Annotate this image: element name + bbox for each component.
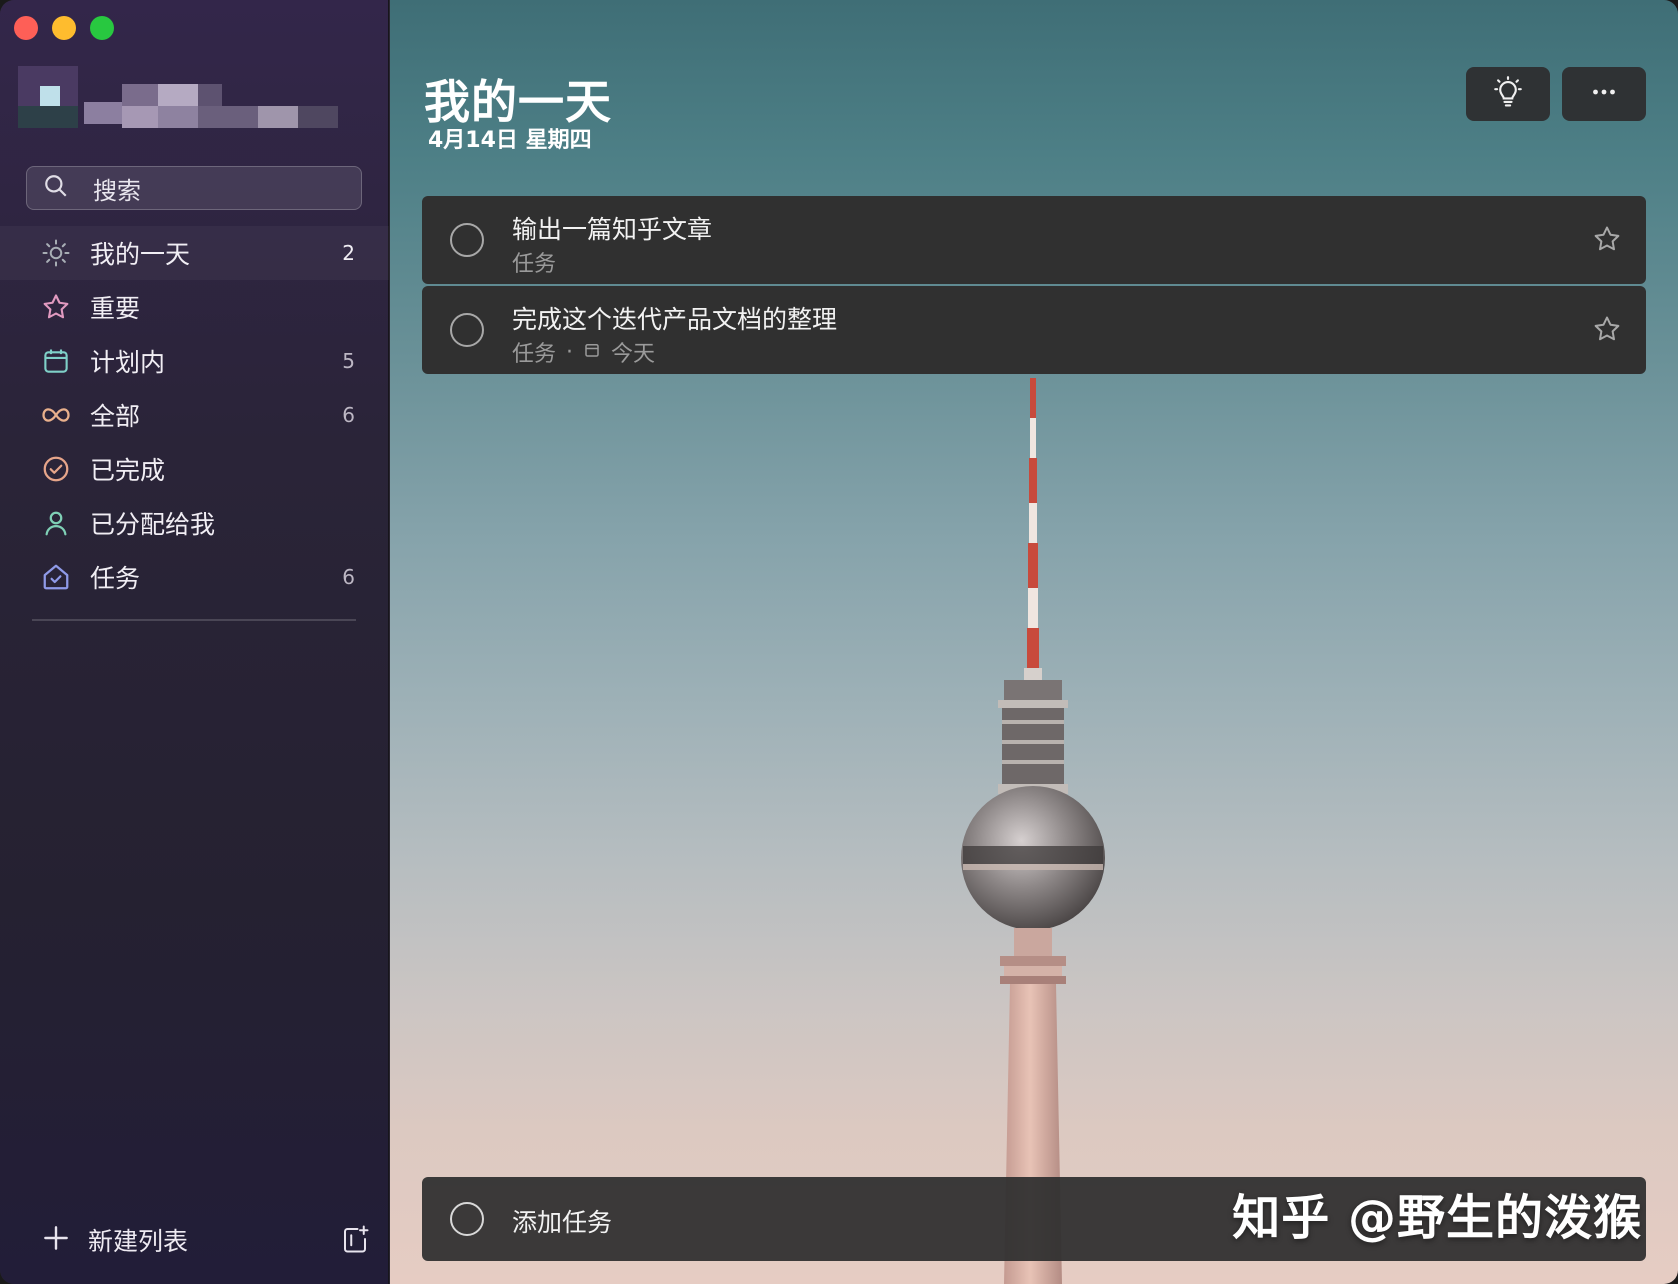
calendar-icon — [583, 340, 611, 365]
new-group-icon[interactable] — [340, 1224, 370, 1258]
add-task-placeholder: 添加任务 — [512, 1208, 613, 1237]
star-icon[interactable] — [1592, 314, 1622, 348]
more-options-button[interactable] — [1562, 67, 1646, 121]
search-label: 搜索 — [93, 176, 141, 205]
lightbulb-icon — [1491, 75, 1525, 113]
zoom-button[interactable] — [90, 16, 114, 40]
complete-task-checkbox[interactable] — [450, 313, 484, 347]
sidebar-item-label: 计划内 — [90, 348, 166, 377]
close-button[interactable] — [14, 16, 38, 40]
task-list-name: 任务 — [512, 342, 557, 367]
suggestions-button[interactable] — [1466, 67, 1550, 121]
task-item[interactable]: 完成这个迭代产品文档的整理 任务 · 今天 — [422, 286, 1646, 374]
account-profile-pixelated[interactable] — [18, 66, 358, 136]
more-icon — [1587, 75, 1621, 113]
check-circle-icon — [40, 453, 72, 485]
task-list-name: 任务 — [512, 252, 557, 277]
sidebar-item-label: 我的一天 — [90, 240, 191, 269]
window-controls — [14, 16, 114, 40]
sidebar-item-label: 全部 — [90, 402, 141, 431]
sidebar-item-count: 5 — [342, 349, 355, 373]
task-title: 完成这个迭代产品文档的整理 — [512, 305, 838, 334]
calendar-icon — [40, 345, 72, 377]
sidebar-item-count: 6 — [342, 403, 355, 427]
task-meta: 任务 — [512, 246, 556, 278]
person-icon — [40, 507, 72, 539]
task-meta: 任务 · 今天 — [512, 336, 655, 368]
smart-lists: 我的一天 2 重要 计划内 5 全部 6 已完成 已分配给我 任务 6 — [0, 226, 389, 604]
sidebar-item-my-day[interactable]: 我的一天 2 — [0, 226, 389, 280]
star-icon — [40, 291, 72, 323]
my-day-view: 我的一天 4月14日 星期四 输出一篇知乎文章 任务 完成这个迭代产品文档的整理… — [390, 0, 1678, 1284]
sidebar-divider — [32, 619, 356, 621]
task-due-date: 今天 — [611, 342, 656, 367]
plus-icon[interactable] — [40, 1222, 72, 1258]
task-title: 输出一篇知乎文章 — [512, 215, 713, 244]
watermark: 知乎 @野生的泼猴 — [1232, 1190, 1642, 1246]
sidebar-item-label: 已分配给我 — [90, 510, 216, 539]
sidebar-item-label: 任务 — [90, 564, 141, 593]
sidebar-item-label: 已完成 — [90, 456, 166, 485]
new-list-button[interactable]: 新建列表 — [88, 1222, 188, 1258]
page-date: 4月14日 星期四 — [428, 128, 592, 153]
task-item[interactable]: 输出一篇知乎文章 任务 — [422, 196, 1646, 284]
sidebar-item-tasks[interactable]: 任务 6 — [0, 550, 389, 604]
meta-separator: · — [566, 339, 574, 365]
add-task-circle-icon — [450, 1202, 484, 1236]
sidebar-item-important[interactable]: 重要 — [0, 280, 389, 334]
new-list-row: 新建列表 — [40, 1220, 370, 1260]
sidebar-item-planned[interactable]: 计划内 5 — [0, 334, 389, 388]
tv-tower-background — [961, 378, 1105, 1284]
sidebar: 搜索 我的一天 2 重要 计划内 5 全部 6 已完成 已分配给我 任务 6 新… — [0, 0, 389, 1284]
sidebar-item-completed[interactable]: 已完成 — [0, 442, 389, 496]
complete-task-checkbox[interactable] — [450, 223, 484, 257]
sidebar-item-assigned[interactable]: 已分配给我 — [0, 496, 389, 550]
star-icon[interactable] — [1592, 224, 1622, 258]
search-box[interactable]: 搜索 — [26, 166, 362, 210]
sidebar-item-all[interactable]: 全部 6 — [0, 388, 389, 442]
sun-icon — [40, 237, 72, 269]
app-window: 搜索 我的一天 2 重要 计划内 5 全部 6 已完成 已分配给我 任务 6 新… — [0, 0, 1678, 1284]
minimize-button[interactable] — [52, 16, 76, 40]
sidebar-item-count: 2 — [342, 241, 355, 265]
infinity-icon — [40, 399, 72, 431]
home-icon — [40, 561, 72, 593]
sidebar-item-label: 重要 — [90, 294, 141, 323]
search-icon — [43, 173, 69, 203]
sidebar-item-count: 6 — [342, 565, 355, 589]
